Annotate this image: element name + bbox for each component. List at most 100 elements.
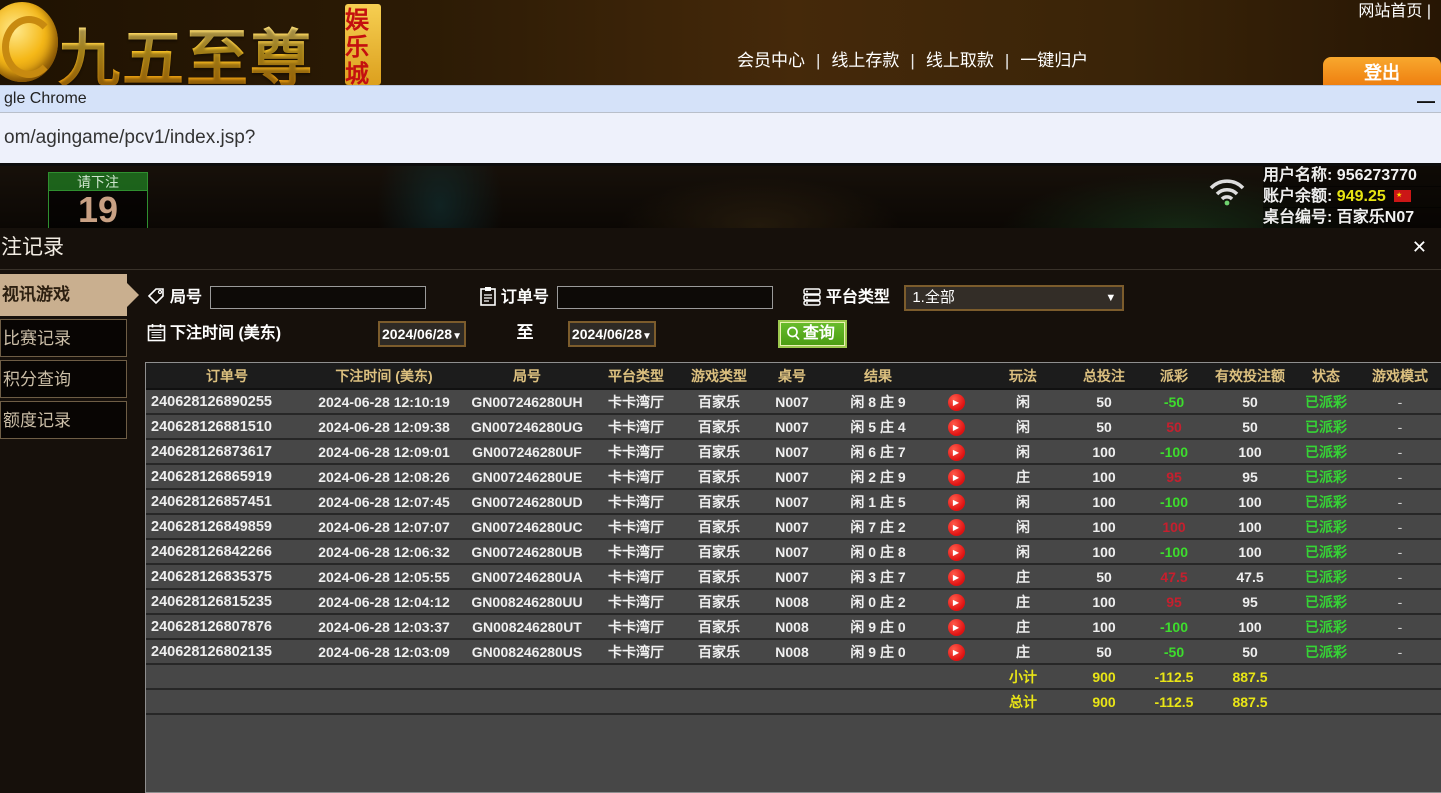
cell-valid: 50 [1206,639,1294,664]
cell-status: 已派彩 [1294,464,1358,489]
cell-round: GN007246280UH [460,389,594,414]
cell-result: 闲 7 庄 2 [824,514,932,539]
table-row: 2406281268574512024-06-28 12:07:45GN0072… [146,489,1441,514]
cell-play: 庄 [980,564,1066,589]
date-from-select[interactable]: 2024/06/28▼ [378,321,466,347]
replay-video-icon[interactable]: ▶ [948,644,965,661]
date-to-select[interactable]: 2024/06/28▼ [568,321,656,347]
replay-video-icon[interactable]: ▶ [948,394,965,411]
total-row-cell-time [308,689,460,714]
subtotal-row-cell-round [460,664,594,689]
cell-status: 已派彩 [1294,389,1358,414]
balance-value: 949.25 [1337,188,1386,205]
cell-payout: -50 [1142,389,1206,414]
cell-platform: 卡卡湾厅 [594,514,678,539]
platform-select[interactable]: 1.全部 ▼ [904,285,1124,311]
cell-round: GN007246280UE [460,464,594,489]
replay-video-icon[interactable]: ▶ [948,619,965,636]
cell-valid: 50 [1206,414,1294,439]
minimize-button[interactable]: — [1417,88,1435,114]
order-input[interactable] [557,286,773,309]
replay-video-icon[interactable]: ▶ [948,569,965,586]
tag-icon [147,287,166,306]
sidebar-item-3[interactable]: 额度记录 [0,401,127,439]
cell-status: 已派彩 [1294,514,1358,539]
table-label: 桌台编号: [1263,209,1332,226]
nav-link-2[interactable]: 线上取款 [926,51,994,70]
nav-separator: | [1005,51,1009,70]
records-table: 订单号下注时间 (美东)局号平台类型游戏类型桌号结果玩法总投注派彩有效投注额状态… [146,363,1441,715]
replay-video-icon[interactable]: ▶ [948,444,965,461]
table-row: 2406281268736172024-06-28 12:09:01GN0072… [146,439,1441,464]
cell-order: 240628126842266 [146,539,308,564]
sidebar-item-0[interactable]: 视讯游戏 [0,274,127,316]
cell-result: 闲 0 庄 8 [824,539,932,564]
replay-video-icon[interactable]: ▶ [948,594,965,611]
cell-game: 百家乐 [678,389,760,414]
cell-game: 百家乐 [678,589,760,614]
cell-game: 百家乐 [678,539,760,564]
logo-coin-icon [0,2,58,82]
subtotal-row-cell-table [760,664,824,689]
cell-play: 庄 [980,639,1066,664]
query-label: 查询 [803,325,835,342]
cell-payout: -100 [1142,539,1206,564]
chevron-down-icon: ▼ [452,331,462,342]
table-row: 2406281268902552024-06-28 12:10:19GN0072… [146,389,1441,414]
cell-mode: - [1358,639,1441,664]
video-strip: 请下注 19 用户名称: 956273770 账户余额: 949.25 ★ [0,166,1441,228]
sidebar-item-2[interactable]: 积分查询 [0,360,127,398]
nav-link-1[interactable]: 线上存款 [831,51,899,70]
replay-video-icon[interactable]: ▶ [948,494,965,511]
query-button[interactable]: 查询 [778,320,847,348]
wifi-icon [1205,174,1249,208]
cell-table: N008 [760,614,824,639]
table-row: 2406281268422662024-06-28 12:06:32GN0072… [146,539,1441,564]
total-row-cell-result [824,689,932,714]
col-header-play: 玩法 [980,363,1066,389]
nav-link-3[interactable]: 一键归户 [1020,51,1088,70]
cell-order: 240628126873617 [146,439,308,464]
logout-button[interactable]: 登出 [1323,57,1441,87]
cell-result: 闲 6 庄 7 [824,439,932,464]
cell-mode: - [1358,464,1441,489]
nav-link-0[interactable]: 会员中心 [737,51,805,70]
subtotal-row-cell-time [308,664,460,689]
replay-video-icon[interactable]: ▶ [948,544,965,561]
window-title-bar: gle Chrome — [0,86,1441,113]
round-input[interactable] [210,286,426,309]
cell-video: ▶ [932,589,980,614]
cell-bet: 50 [1066,389,1142,414]
cell-play: 庄 [980,614,1066,639]
nav-separator: | [816,51,820,70]
cell-order: 240628126857451 [146,489,308,514]
table-row: 2406281268152352024-06-28 12:04:12GN0082… [146,589,1441,614]
cell-table: N007 [760,539,824,564]
platform-value: 1.全部 [912,289,955,306]
replay-video-icon[interactable]: ▶ [948,419,965,436]
total-row-cell-__play__ [932,689,980,714]
subtotal-row-cell-__play__ [932,664,980,689]
cell-mode: - [1358,489,1441,514]
cell-bet: 50 [1066,639,1142,664]
replay-video-icon[interactable]: ▶ [948,519,965,536]
subtotal-row: 小计900-112.5887.5 [146,664,1441,689]
replay-video-icon[interactable]: ▶ [948,469,965,486]
cell-payout: 95 [1142,464,1206,489]
sidebar-item-1[interactable]: 比赛记录 [0,319,127,357]
cell-game: 百家乐 [678,489,760,514]
cell-play: 闲 [980,414,1066,439]
cell-bet: 100 [1066,489,1142,514]
cell-mode: - [1358,614,1441,639]
cell-time: 2024-06-28 12:03:09 [308,639,460,664]
cell-video: ▶ [932,414,980,439]
cell-status: 已派彩 [1294,414,1358,439]
total-row-cell-valid: 887.5 [1206,689,1294,714]
cell-status: 已派彩 [1294,614,1358,639]
cell-game: 百家乐 [678,414,760,439]
site-home-link[interactable]: 网站首页 | [1358,0,1431,21]
subtotal-row-cell-game [678,664,760,689]
cell-platform: 卡卡湾厅 [594,489,678,514]
cell-mode: - [1358,564,1441,589]
close-icon[interactable]: ✕ [1412,237,1427,258]
